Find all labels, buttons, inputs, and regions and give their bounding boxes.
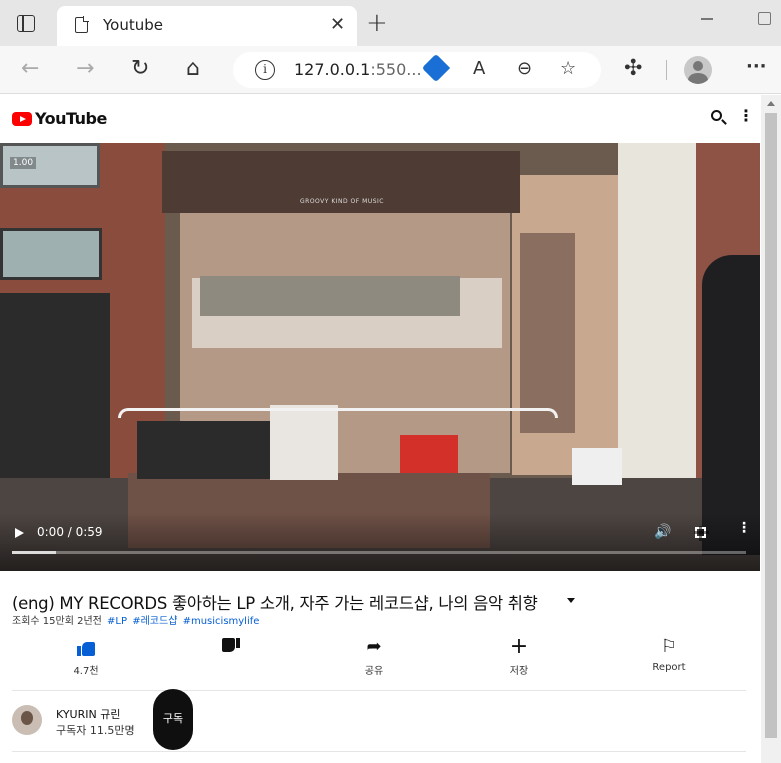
hashtag-music[interactable]: #musicismylife — [183, 616, 260, 627]
action-bar: 4.7천 ➦ 공유 + 저장 ⚐ Report — [0, 635, 760, 685]
flag-icon: ⚐ — [660, 636, 678, 657]
read-aloud-icon[interactable]: A — [473, 58, 485, 79]
url-rest: :550... — [370, 60, 422, 79]
site-info-icon[interactable]: i — [255, 60, 275, 80]
price-tag-icon[interactable] — [421, 53, 451, 83]
video-scene-records — [200, 276, 460, 316]
fullscreen-icon[interactable] — [694, 526, 709, 541]
play-icon[interactable] — [15, 528, 24, 538]
extensions-icon[interactable]: ✣ — [624, 56, 642, 82]
tab-actions-icon[interactable] — [17, 15, 35, 32]
browser-window: Youtube ✕ + ← → ↻ ⌂ i 127.0.0.1:550... A… — [0, 0, 781, 763]
save-icon: + — [509, 634, 529, 659]
maximize-icon[interactable] — [758, 12, 771, 25]
video-scene-record-shelf — [520, 233, 575, 433]
video-title: (eng) MY RECORDS 좋아하는 LP 소개, 자주 가는 레코드샵,… — [12, 594, 538, 613]
minimize-icon[interactable] — [701, 18, 713, 20]
youtube-header: YouTube ⋮ — [0, 95, 760, 143]
video-scene-black-bins — [137, 421, 270, 479]
new-tab-button[interactable]: + — [366, 10, 388, 36]
url-host: 127.0.0.1 — [294, 60, 371, 79]
action-icon-wrap — [196, 635, 266, 659]
quality-badge: 1.00 — [10, 157, 37, 169]
video-scene-red-box — [400, 435, 458, 473]
close-tab-icon[interactable]: ✕ — [330, 14, 345, 35]
forward-arrow-icon[interactable]: → — [76, 56, 94, 82]
document-icon — [75, 16, 89, 33]
more-options-icon[interactable]: ⋮ — [738, 108, 754, 124]
tab-youtube[interactable]: Youtube ✕ — [57, 6, 357, 46]
divider-bottom — [12, 751, 746, 752]
profile-avatar[interactable] — [684, 56, 712, 84]
subscribe-button[interactable]: 구독 — [153, 689, 193, 750]
scrollbar[interactable] — [761, 95, 781, 763]
like-button[interactable]: 4.7천 — [51, 635, 121, 677]
url-text[interactable]: 127.0.0.1:550... — [294, 60, 422, 79]
progress-bar[interactable] — [12, 551, 746, 554]
subscriber-count: 구독자 11.5만명 — [56, 724, 135, 737]
view-count: 조회수 15만회 2년전 — [12, 616, 102, 627]
dislike-button[interactable] — [196, 635, 266, 662]
video-scene-person — [702, 255, 760, 555]
scroll-up-arrow-icon[interactable] — [767, 101, 775, 106]
video-player[interactable]: GROOVY KIND OF MUSIC 1.00 0:00 / 0:59 🔊 … — [0, 143, 760, 571]
navigation-bar: ← → ↻ ⌂ i 127.0.0.1:550... A ⊖ ☆ ✣ ··· — [0, 46, 781, 94]
page-viewport: YouTube ⋮ GROOVY KIND OF MUSIC 1.00 0:00… — [0, 95, 781, 763]
hashtag-lp[interactable]: #LP — [107, 616, 127, 627]
video-scene-panel — [0, 228, 102, 280]
share-button[interactable]: ➦ 공유 — [339, 635, 409, 677]
tab-strip: Youtube ✕ + — [0, 0, 781, 46]
thumb-down-icon — [222, 638, 240, 654]
toolbar-divider — [666, 60, 667, 80]
video-time: 0:00 / 0:59 — [37, 525, 103, 539]
report-label: Report — [652, 662, 686, 673]
share-icon: ➦ — [366, 636, 382, 657]
thumb-up-icon — [77, 640, 95, 656]
save-label: 저장 — [509, 666, 529, 677]
video-scene-white-door — [618, 143, 696, 513]
address-bar[interactable]: i 127.0.0.1:550... A ⊖ ☆ — [233, 52, 601, 88]
video-scene-rail — [118, 408, 558, 418]
volume-icon[interactable]: 🔊 — [654, 524, 671, 540]
progress-fill — [12, 551, 57, 554]
expand-description-icon[interactable] — [567, 598, 575, 603]
share-label: 공유 — [364, 666, 384, 677]
back-arrow-icon[interactable]: ← — [21, 56, 39, 82]
search-icon[interactable] — [711, 110, 722, 121]
channel-name[interactable]: KYURIN 규린 — [56, 706, 120, 722]
video-scene-crate — [572, 448, 622, 485]
video-controls: 0:00 / 0:59 🔊 ⋮ — [0, 513, 760, 571]
zoom-out-icon[interactable]: ⊖ — [517, 58, 532, 79]
save-button[interactable]: + 저장 — [484, 634, 554, 678]
hashtag-record-shop[interactable]: #레코드샵 — [132, 616, 177, 627]
tab-title: Youtube — [103, 16, 163, 34]
divider-top — [12, 690, 746, 691]
home-icon[interactable]: ⌂ — [186, 56, 200, 82]
like-count: 4.7천 — [73, 666, 99, 677]
video-meta: 조회수 15만회 2년전 #LP #레코드샵 #musicismylife — [12, 612, 259, 627]
youtube-brand[interactable]: YouTube — [35, 109, 107, 128]
channel-avatar[interactable] — [12, 705, 42, 735]
settings-more-icon[interactable]: ··· — [746, 54, 767, 80]
reload-icon[interactable]: ↻ — [131, 56, 149, 82]
youtube-logo-icon[interactable] — [12, 112, 32, 126]
video-scene-sign: GROOVY KIND OF MUSIC — [300, 198, 384, 205]
add-favorite-icon[interactable]: ☆ — [560, 58, 576, 79]
report-button[interactable]: ⚐ Report — [634, 635, 704, 673]
action-icon-wrap — [51, 635, 121, 659]
video-more-icon[interactable]: ⋮ — [737, 521, 751, 535]
scroll-thumb[interactable] — [765, 113, 777, 738]
